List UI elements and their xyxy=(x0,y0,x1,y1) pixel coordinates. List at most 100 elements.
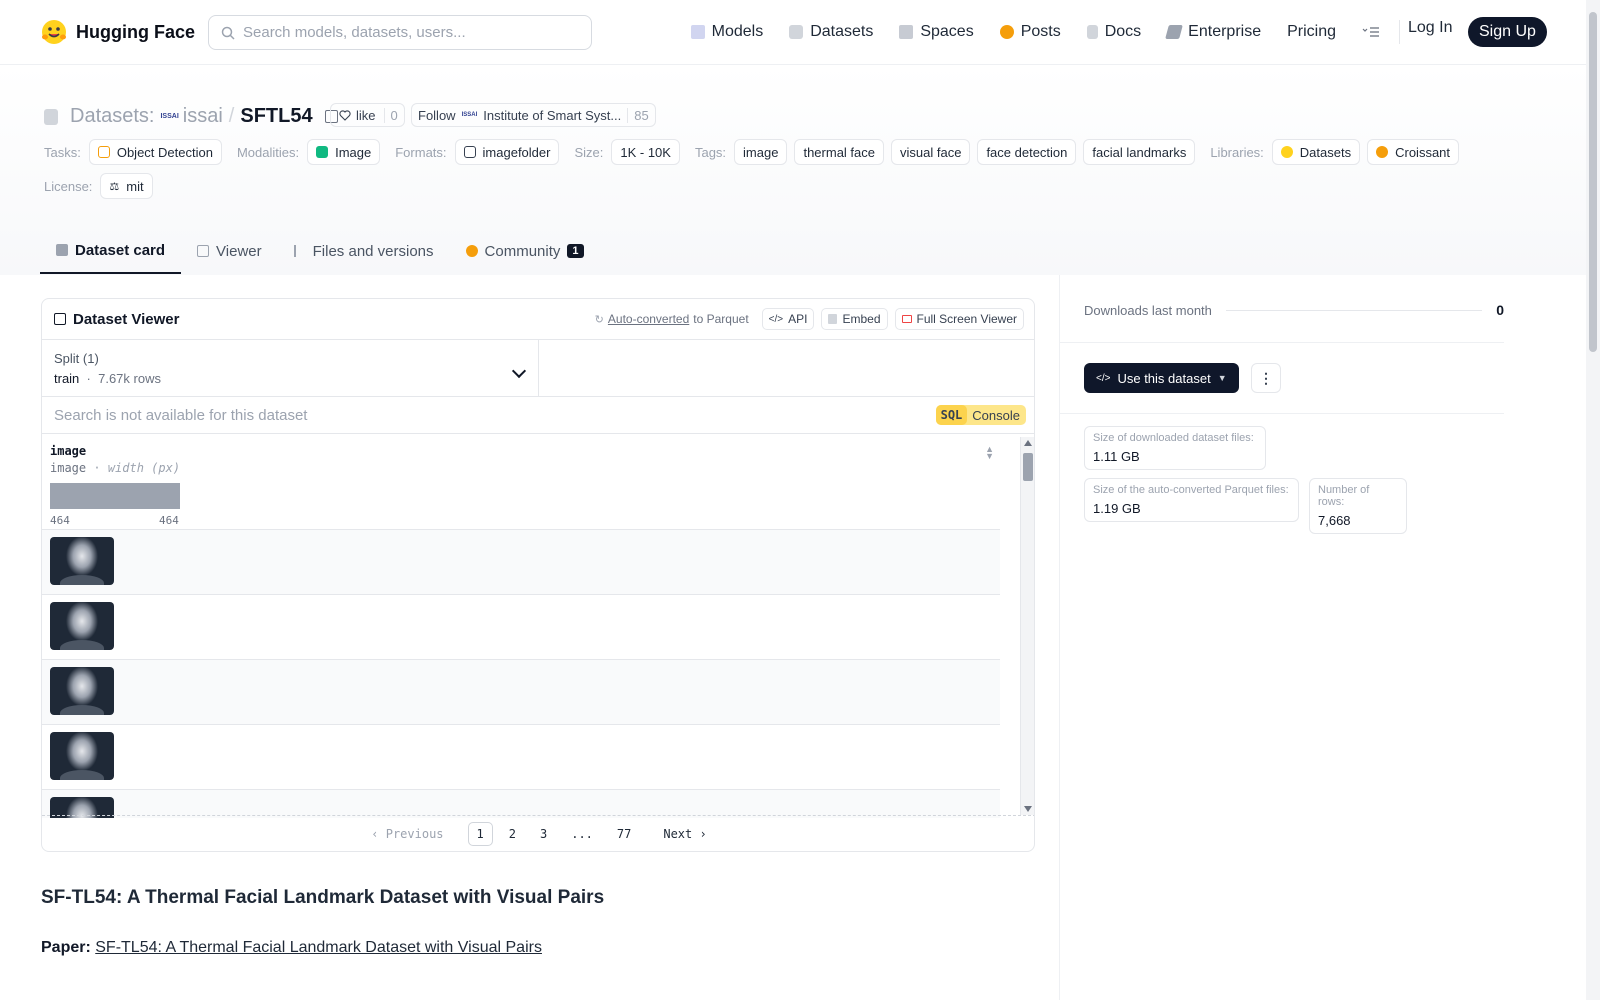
scrollbar-thumb[interactable] xyxy=(1023,453,1033,481)
nav-link-enterprise[interactable]: Enterprise xyxy=(1154,0,1274,64)
page-button[interactable]: 2 xyxy=(501,823,524,845)
signup-button[interactable]: Sign Up xyxy=(1468,17,1547,47)
page-button[interactable]: 3 xyxy=(532,823,555,845)
page-button[interactable]: 77 xyxy=(609,823,639,845)
org-logo-icon: ISSAI xyxy=(160,113,179,120)
table-row[interactable] xyxy=(42,660,1000,725)
split-rows: 7.67k rows xyxy=(98,371,161,386)
tag-library-datasets[interactable]: Datasets xyxy=(1271,139,1361,165)
sql-console-button[interactable]: SQL Console xyxy=(935,405,1026,425)
search-input[interactable]: Search models, datasets, users... xyxy=(208,15,592,50)
nav-link-docs[interactable]: Docs xyxy=(1074,0,1154,64)
viewer-search-placeholder: Search is not available for this dataset xyxy=(54,406,308,424)
tab-community[interactable]: Community 1 xyxy=(450,228,600,274)
tab-viewer[interactable]: Viewer xyxy=(181,228,278,274)
fullscreen-label: Full Screen Viewer xyxy=(916,312,1018,326)
org-logo-icon: ISSAI xyxy=(461,112,478,118)
embed-button[interactable]: Embed xyxy=(821,308,888,330)
auto-converted-note: ↻ Auto-converted to Parquet xyxy=(595,312,749,326)
use-dataset-label: Use this dataset xyxy=(1117,370,1211,386)
breadcrumb-org[interactable]: ISSAI issai xyxy=(160,105,222,128)
page-button[interactable]: 1 xyxy=(467,821,493,846)
downloads-sparkline xyxy=(1225,309,1483,311)
like-label-wrap: like xyxy=(331,108,384,123)
tag-task[interactable]: Object Detection xyxy=(88,139,222,165)
scale-icon: ⚖ xyxy=(109,180,120,193)
thermal-face-thumbnail[interactable] xyxy=(50,537,114,585)
histogram-bar[interactable] xyxy=(50,483,180,509)
table-icon xyxy=(197,245,210,257)
tag-library-croissant[interactable]: Croissant xyxy=(1367,139,1460,165)
readme-title: SF-TL54: A Thermal Facial Landmark Datas… xyxy=(41,887,605,908)
tag-item[interactable]: visual face xyxy=(891,139,971,165)
divider xyxy=(1060,413,1504,414)
tab-files[interactable]: Files and versions xyxy=(278,228,450,274)
table-row[interactable] xyxy=(42,595,1000,660)
downloads-label: Downloads last month xyxy=(1084,302,1212,318)
login-link[interactable]: Log In xyxy=(1408,19,1452,37)
like-button[interactable]: like 0 xyxy=(330,103,405,127)
tasks-label: Tasks: xyxy=(44,144,81,160)
org-name: issai xyxy=(182,105,223,127)
tags-label: Tags: xyxy=(694,144,727,160)
formats-label: Formats: xyxy=(395,144,447,160)
scroll-up-icon[interactable] xyxy=(1024,440,1032,446)
tab-dataset-card[interactable]: Dataset card xyxy=(40,228,182,274)
nav-link-label: Pricing xyxy=(1287,23,1336,40)
fullscreen-viewer-button[interactable]: Full Screen Viewer xyxy=(894,308,1024,330)
table-row[interactable] xyxy=(42,790,1000,818)
tag-item[interactable]: image xyxy=(734,139,788,165)
table-row[interactable] xyxy=(42,530,1000,595)
tag-label: imagefolder xyxy=(482,144,551,160)
nav-link-label: Enterprise xyxy=(1188,23,1262,40)
viewer-scrollbar[interactable] xyxy=(1020,437,1034,815)
brand-logo-link[interactable]: Hugging Face xyxy=(40,18,195,46)
scroll-down-icon[interactable] xyxy=(1024,806,1032,812)
paper-link[interactable]: SF-TL54: A Thermal Facial Landmark Datas… xyxy=(95,939,542,956)
nav-link-spaces[interactable]: Spaces xyxy=(886,0,986,64)
sort-icon[interactable]: ▲ ▼ xyxy=(985,445,994,461)
tag-item[interactable]: face detection xyxy=(977,139,1077,165)
refresh-icon: ↻ xyxy=(594,313,604,326)
column-header-image[interactable]: image image · width (px) 464 464 ▲ ▼ xyxy=(42,434,1000,530)
use-this-dataset-button[interactable]: </> Use this dataset ▼ xyxy=(1084,363,1239,393)
nav-link-pricing[interactable]: Pricing xyxy=(1274,0,1349,64)
auto-converted-link[interactable]: Auto-converted xyxy=(608,312,689,326)
tag-item[interactable]: thermal face xyxy=(794,139,885,165)
nav-link-models[interactable]: Models xyxy=(678,0,777,64)
chevron-down-icon: ▼ xyxy=(1217,373,1227,383)
breadcrumb: Datasets: ISSAI issai / SFTL54 xyxy=(44,105,338,128)
tag-size[interactable]: 1K - 10K xyxy=(611,139,680,165)
previous-page-button[interactable]: ‹ Previous xyxy=(363,823,451,845)
tag-label: 1K - 10K xyxy=(620,144,671,160)
table-row[interactable] xyxy=(42,725,1000,790)
api-button[interactable]: </> API xyxy=(761,308,815,330)
tag-license[interactable]: ⚖ mit xyxy=(100,173,153,199)
nav-link-posts[interactable]: Posts xyxy=(987,0,1074,64)
split-select[interactable]: Split (1) train · 7.67k rows xyxy=(42,340,539,396)
viewer-header: Dataset Viewer ↻ Auto-converted to Parqu… xyxy=(42,299,1034,340)
page-scrollbar-thumb[interactable] xyxy=(1589,12,1597,352)
code-icon: </> xyxy=(768,313,784,325)
nav-more-menu[interactable] xyxy=(1349,0,1393,64)
dataset-name[interactable]: SFTL54 xyxy=(240,105,312,128)
tag-format[interactable]: imagefolder xyxy=(454,139,560,165)
more-options-button[interactable]: ⋮ xyxy=(1251,363,1281,393)
modalities-label: Modalities: xyxy=(236,144,300,160)
tag-label: visual face xyxy=(900,144,962,160)
nav-divider xyxy=(1399,20,1400,44)
thermal-face-thumbnail[interactable] xyxy=(50,732,114,780)
next-page-button[interactable]: Next › xyxy=(655,823,714,845)
nav-link-datasets[interactable]: Datasets xyxy=(776,0,886,64)
thermal-face-thumbnail[interactable] xyxy=(50,602,114,650)
tab-label: Dataset card xyxy=(75,241,166,259)
tag-item[interactable]: facial landmarks xyxy=(1083,139,1196,165)
follow-button[interactable]: Follow ISSAI Institute of Smart Syst... … xyxy=(411,103,656,127)
nav-link-label: Spaces xyxy=(920,23,974,40)
nav-link-label: Posts xyxy=(1020,23,1061,40)
tag-modality[interactable]: Image xyxy=(307,139,381,165)
thermal-face-thumbnail[interactable] xyxy=(50,667,114,715)
viewer-actions: ↻ Auto-converted to Parquet </> API Embe… xyxy=(595,308,1024,330)
right-sidebar: Downloads last month 0 </> Use this data… xyxy=(1059,275,1586,1000)
page-scrollbar[interactable] xyxy=(1586,0,1600,1000)
